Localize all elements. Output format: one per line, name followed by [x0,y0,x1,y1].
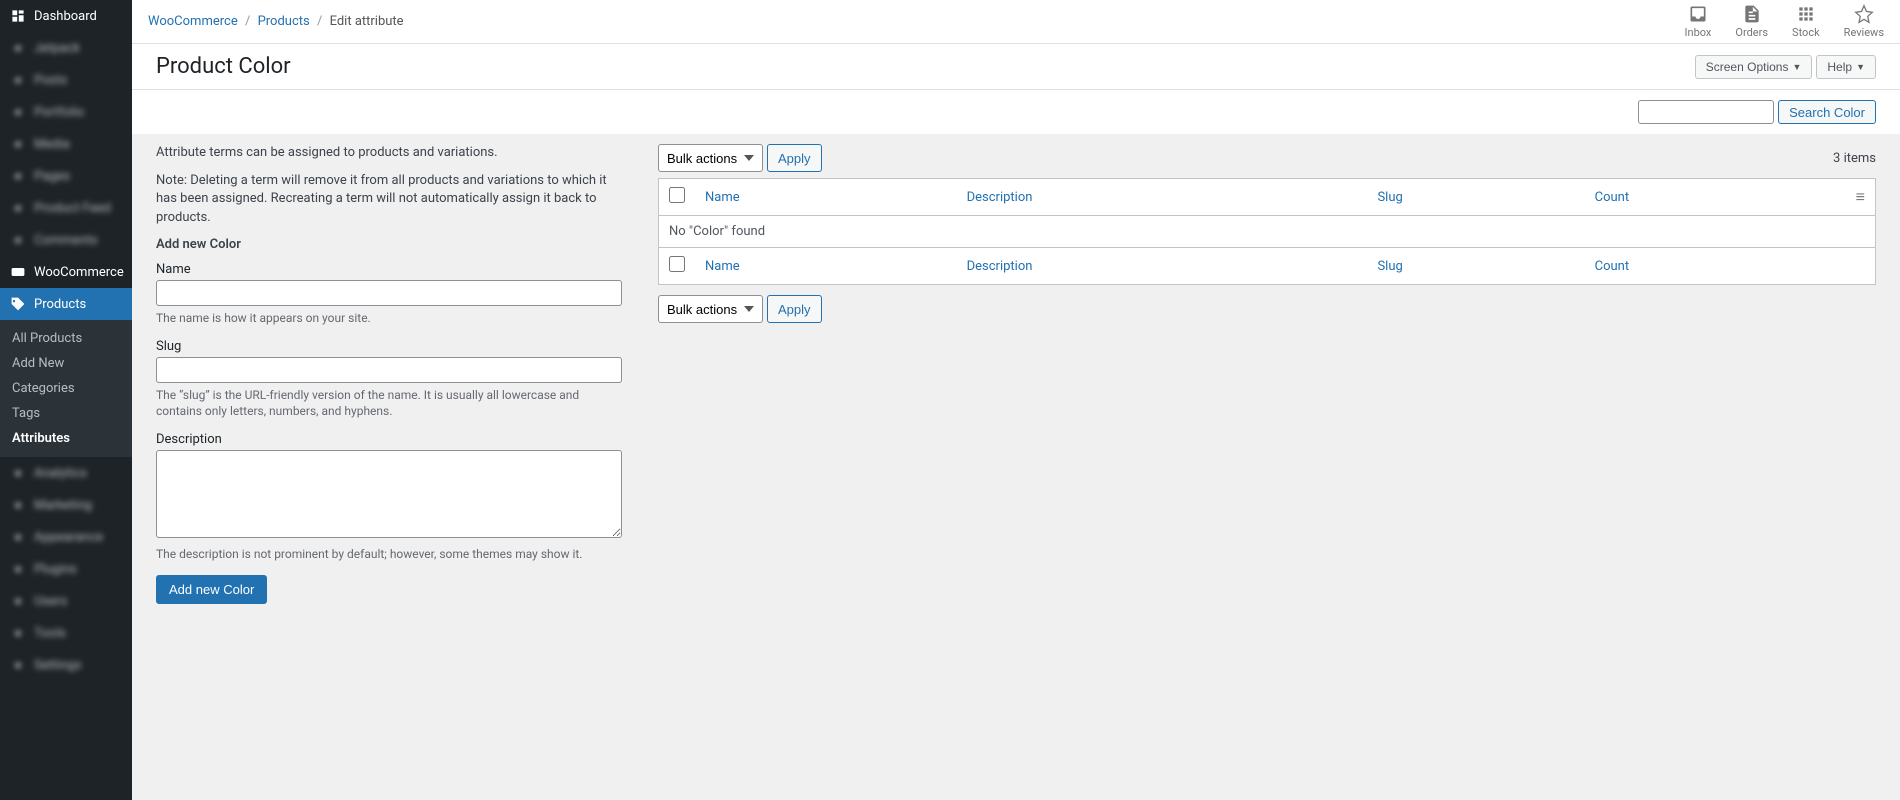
activity-orders[interactable]: Orders [1735,4,1768,39]
select-all-checkbox-bottom[interactable] [669,256,685,272]
col-name[interactable]: Name [705,259,740,274]
caret-down-icon: ▼ [1792,62,1801,72]
sidebar-sub-all-products[interactable]: All Products [0,326,132,351]
col-count[interactable]: Count [1595,190,1629,205]
bulk-actions-select[interactable]: Bulk actions [658,144,763,172]
activity-reviews[interactable]: Reviews [1844,4,1884,39]
name-input[interactable] [156,280,622,306]
breadcrumb-woocommerce[interactable]: WooCommerce [148,14,238,29]
activity-label: Orders [1735,26,1768,39]
apply-button-bottom[interactable]: Apply [767,295,822,323]
sidebar-item-woocommerce[interactable]: WooCommerce [0,256,132,288]
sidebar-sub-categories[interactable]: Categories [0,376,132,401]
sidebar-item-blurred: ●Marketing [0,489,132,521]
products-icon [8,294,28,314]
sidebar-item-blurred: ●Analytics [0,457,132,489]
button-label: Help [1827,60,1852,74]
sidebar-item-blurred: ●Appearance [0,521,132,553]
search-input[interactable] [1638,100,1774,124]
configure-icon[interactable]: ≡ [1856,187,1865,206]
note-text: Attribute terms can be assigned to produ… [156,144,622,162]
slug-label: Slug [156,339,622,354]
col-slug[interactable]: Slug [1377,190,1402,205]
help-button[interactable]: Help ▼ [1816,55,1876,79]
breadcrumb-separator: / [317,14,322,29]
slug-input[interactable] [156,357,622,383]
breadcrumb-current: Edit attribute [330,14,404,29]
activity-label: Reviews [1844,26,1884,39]
sidebar-item-blurred: ●Portfolio [0,96,132,128]
sidebar-item-blurred: ●Pages [0,160,132,192]
slug-help: The “slug” is the URL-friendly version o… [156,387,622,421]
breadcrumb-products[interactable]: Products [258,14,310,29]
sidebar-item-products[interactable]: Products [0,288,132,320]
sidebar-item-blurred: ●Users [0,585,132,617]
caret-down-icon: ▼ [1856,62,1865,72]
dashboard-icon [8,6,28,26]
sidebar-item-blurred: ●Posts [0,64,132,96]
col-description[interactable]: Description [967,190,1033,205]
activity-label: Inbox [1685,26,1712,39]
sidebar-item-blurred: ●Media [0,128,132,160]
sidebar-item-blurred: ●Jetpack [0,32,132,64]
admin-sidebar: Dashboard ●Jetpack●Posts●Portfolio●Media… [0,0,132,800]
search-button[interactable]: Search Color [1778,100,1876,124]
activity-panel: Inbox Orders Stock Reviews [1685,4,1884,39]
sidebar-sub-attributes[interactable]: Attributes [0,426,132,451]
select-all-checkbox[interactable] [669,187,685,203]
apply-button[interactable]: Apply [767,144,822,172]
name-label: Name [156,262,622,277]
reviews-icon [1854,4,1874,24]
sidebar-item-label: Products [34,297,86,312]
description-help: The description is not prominent by defa… [156,546,622,563]
sidebar-item-label: WooCommerce [34,265,124,280]
inbox-icon [1688,4,1708,24]
sidebar-item-label: Dashboard [34,9,97,24]
col-name[interactable]: Name [705,190,740,205]
no-results-text: No "Color" found [659,216,1876,248]
sidebar-item-blurred: ●Plugins [0,553,132,585]
sidebar-item-blurred: ●Tools [0,617,132,649]
content-area: Attribute terms can be assigned to produ… [132,134,1900,800]
add-new-heading: Add new Color [156,237,622,252]
screen-options-button[interactable]: Screen Options ▼ [1695,55,1813,79]
main-content: WooCommerce / Products / Edit attribute … [132,0,1900,800]
col-count[interactable]: Count [1595,259,1629,274]
activity-inbox[interactable]: Inbox [1685,4,1712,39]
sidebar-submenu: All Products Add New Categories Tags Att… [0,320,132,457]
bulk-actions-bottom: Bulk actions Apply [658,295,1876,323]
woocommerce-icon [8,262,28,282]
description-textarea[interactable] [156,450,622,538]
terms-table: Name Description Slug Count ≡ No "Color"… [658,178,1876,285]
add-term-form: Attribute terms can be assigned to produ… [156,144,622,790]
button-label: Screen Options [1706,60,1789,74]
top-bar: WooCommerce / Products / Edit attribute … [132,0,1900,44]
breadcrumb: WooCommerce / Products / Edit attribute [148,14,404,29]
breadcrumb-separator: / [245,14,250,29]
col-description[interactable]: Description [967,259,1033,274]
table-row-empty: No "Color" found [659,216,1876,248]
add-new-submit-button[interactable]: Add new Color [156,575,267,604]
col-slug[interactable]: Slug [1377,259,1402,274]
bulk-actions-top: Bulk actions Apply 3 items [658,144,1876,172]
activity-label: Stock [1792,26,1820,39]
heading-row: Product Color Screen Options ▼ Help ▼ [132,44,1900,90]
sidebar-item-blurred: ●Comments [0,224,132,256]
sidebar-item-blurred: ●Product Feed [0,192,132,224]
item-count: 3 items [1833,151,1876,166]
sidebar-item-dashboard[interactable]: Dashboard [0,0,132,32]
note-text: Note: Deleting a term will remove it fro… [156,172,622,227]
activity-stock[interactable]: Stock [1792,4,1820,39]
bulk-actions-select-bottom[interactable]: Bulk actions [658,295,763,323]
orders-icon [1742,4,1762,24]
sidebar-sub-tags[interactable]: Tags [0,401,132,426]
search-row: Search Color [132,90,1900,134]
sidebar-sub-add-new[interactable]: Add New [0,351,132,376]
sidebar-item-blurred: ●Settings [0,649,132,681]
stock-icon [1796,4,1816,24]
page-title: Product Color [156,54,291,79]
name-help: The name is how it appears on your site. [156,310,622,327]
description-label: Description [156,432,622,447]
terms-list-panel: Bulk actions Apply 3 items Name Descript… [658,144,1876,790]
